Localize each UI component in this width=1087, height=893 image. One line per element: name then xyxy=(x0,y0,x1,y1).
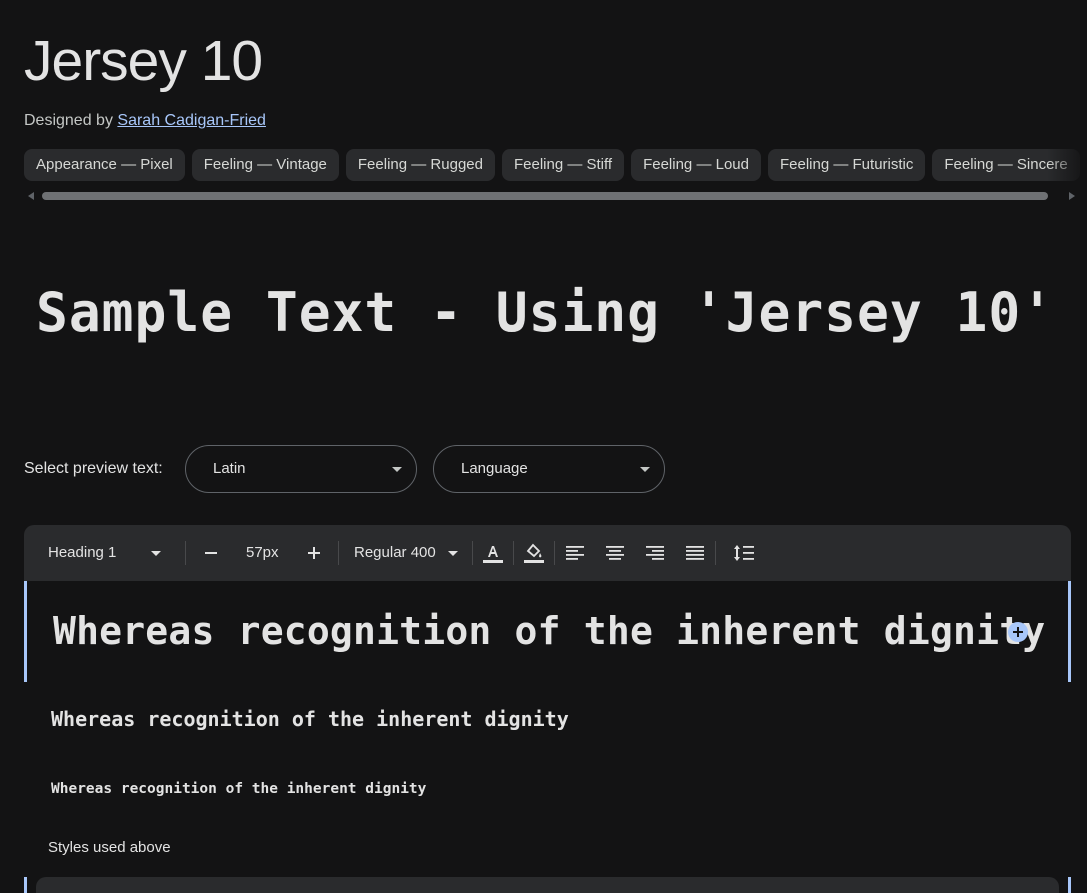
chevron-down-icon xyxy=(392,467,402,472)
preview-text-label: Select preview text: xyxy=(24,460,163,477)
styles-accent-left xyxy=(24,877,27,893)
weight-select-value: Regular 400 xyxy=(354,544,436,561)
tag-chip[interactable]: Feeling — Loud xyxy=(631,149,761,181)
tag-chip[interactable]: Feeling — Stiff xyxy=(501,149,625,181)
editor-row-active[interactable]: Whereas recognition of the inherent dign… xyxy=(24,581,1071,682)
scroll-thumb[interactable] xyxy=(42,192,1048,200)
scroll-left-arrow-icon[interactable] xyxy=(28,192,34,200)
font-specimen-page: Jersey 10 Designed by Sarah Cadigan-Frie… xyxy=(0,0,1087,893)
sample-text-banner: Sample Text - Using 'Jersey 10' Font. xyxy=(36,281,1087,344)
plus-icon[interactable] xyxy=(302,541,326,565)
weight-select[interactable]: Regular 400 xyxy=(354,525,458,581)
scroll-right-arrow-icon[interactable] xyxy=(1069,192,1075,200)
language-select-value: Language xyxy=(461,460,528,477)
toolbar-divider xyxy=(554,541,555,565)
style-select-value: Heading 1 xyxy=(48,544,117,561)
highlight-color-icon[interactable] xyxy=(522,541,546,565)
designer-link[interactable]: Sarah Cadigan-Fried xyxy=(117,112,266,129)
align-justify-icon[interactable] xyxy=(683,541,707,565)
tag-list: Appearance — Pixel Feeling — Vintage Feeli… xyxy=(24,149,1087,181)
script-select[interactable]: Latin xyxy=(185,445,417,493)
style-select[interactable]: Heading 1 xyxy=(48,525,168,581)
align-center-icon[interactable] xyxy=(603,541,627,565)
line-height-icon[interactable] xyxy=(732,541,756,565)
toolbar-divider xyxy=(472,541,473,565)
heading-1-preview[interactable]: Whereas recognition of the inherent dign… xyxy=(53,603,1045,659)
tag-chip[interactable]: Feeling — Rugged xyxy=(345,149,495,181)
toolbar-divider xyxy=(185,541,186,565)
add-circle-icon[interactable] xyxy=(1008,622,1028,642)
minus-icon[interactable] xyxy=(199,541,223,565)
tags-fade xyxy=(1047,149,1087,181)
chevron-down-icon xyxy=(640,467,650,472)
tag-chip[interactable]: Appearance — Pixel xyxy=(24,149,185,181)
designer-line: Designed by Sarah Cadigan-Fried xyxy=(24,110,266,132)
font-size-value[interactable]: 57px xyxy=(246,525,279,581)
tags-scrollbar[interactable] xyxy=(24,190,1075,202)
tag-chip[interactable]: Feeling — Vintage xyxy=(191,149,339,181)
editor-toolbar: Heading 1 57px Regular 400 xyxy=(24,525,1071,581)
styles-panel xyxy=(36,877,1059,893)
styles-accent-right xyxy=(1068,877,1071,893)
chevron-down-icon xyxy=(150,550,161,556)
chevron-down-icon xyxy=(447,550,458,556)
styles-used-label: Styles used above xyxy=(48,839,171,856)
text-color-icon[interactable] xyxy=(481,541,505,565)
align-left-icon[interactable] xyxy=(563,541,587,565)
toolbar-divider xyxy=(338,541,339,565)
tag-chip[interactable]: Feeling — Futuristic xyxy=(767,149,926,181)
align-right-icon[interactable] xyxy=(643,541,667,565)
toolbar-divider xyxy=(715,541,716,565)
toolbar-divider xyxy=(513,541,514,565)
heading-3-preview[interactable]: Whereas recognition of the inherent dign… xyxy=(51,778,426,800)
script-select-value: Latin xyxy=(213,460,246,477)
designed-by-label: Designed by xyxy=(24,112,113,129)
heading-2-preview[interactable]: Whereas recognition of the inherent dign… xyxy=(51,705,569,733)
font-title: Jersey 10 xyxy=(24,29,263,93)
language-select[interactable]: Language xyxy=(433,445,665,493)
editor-area: Whereas recognition of the inherent dign… xyxy=(24,581,1071,893)
